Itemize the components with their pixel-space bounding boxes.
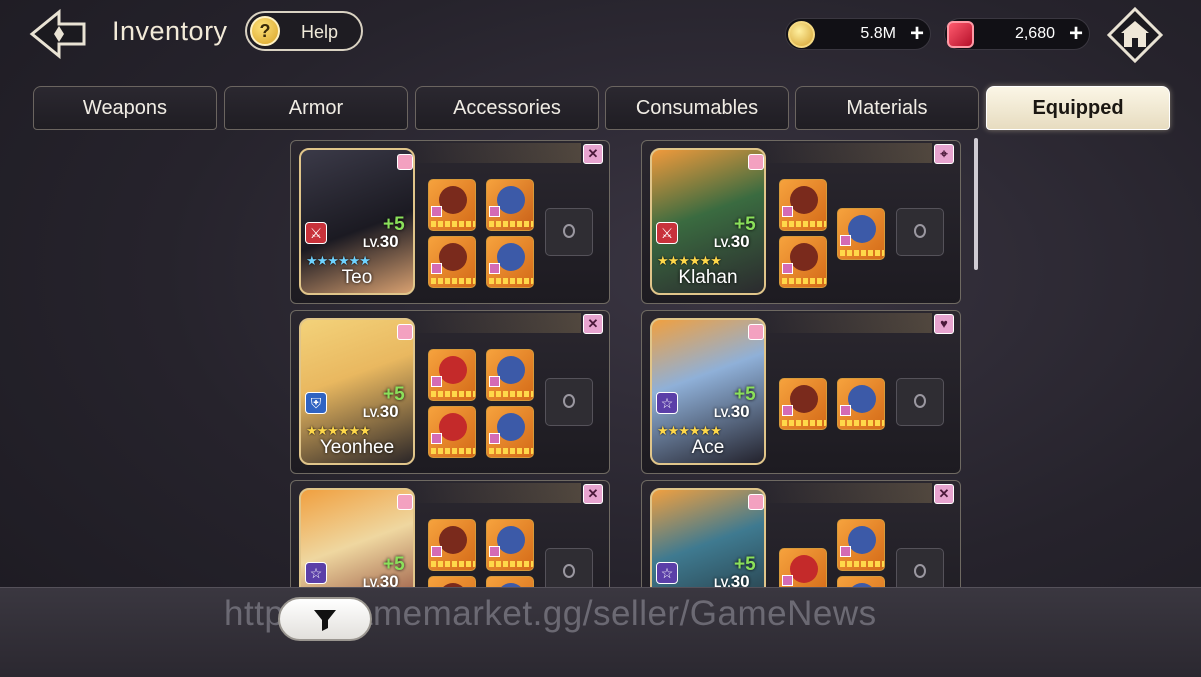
accessory-slot[interactable] bbox=[545, 548, 593, 588]
help-icon: ? bbox=[250, 16, 280, 46]
hero-portrait[interactable]: ⛨ +5 LV.30 ★★★★★★ Yeonhee bbox=[299, 318, 415, 465]
hero-portrait[interactable]: ⚔ +5 LV.30 ★★★★★★ Klahan bbox=[650, 148, 766, 295]
ruby-currency: 2,680 + bbox=[944, 18, 1090, 50]
hero-level: LV.30 bbox=[363, 572, 399, 588]
equipped-weapon[interactable] bbox=[428, 406, 476, 458]
back-button[interactable] bbox=[28, 8, 90, 60]
grid-scrollbar[interactable] bbox=[974, 138, 978, 270]
equipped-weapon[interactable] bbox=[428, 236, 476, 288]
tab-equipped[interactable]: Equipped bbox=[986, 86, 1170, 130]
ring-icon bbox=[914, 224, 926, 238]
accessory-slot[interactable] bbox=[896, 548, 944, 588]
hero-name: Teo bbox=[341, 267, 373, 288]
category-tabs: Weapons Armor Accessories Consumables Ma… bbox=[33, 86, 1173, 132]
hero-name: Klahan bbox=[678, 267, 738, 288]
hero-class-badge bbox=[748, 324, 764, 340]
tab-consumables[interactable]: Consumables bbox=[605, 86, 789, 130]
ruby-gem-icon bbox=[947, 21, 974, 48]
crosshair-type-icon: ⌖ bbox=[934, 144, 954, 164]
hero-stars: ★★★★★★ bbox=[657, 423, 722, 438]
equipped-armor[interactable] bbox=[837, 519, 885, 571]
tab-materials[interactable]: Materials bbox=[795, 86, 979, 130]
ruby-amount: 2,680 bbox=[1014, 25, 1055, 42]
equipped-weapon[interactable] bbox=[779, 179, 827, 231]
hero-class-badge bbox=[397, 324, 413, 340]
page-title: Inventory bbox=[112, 16, 228, 46]
ring-icon bbox=[563, 224, 575, 238]
hero-level: LV.30 bbox=[363, 402, 399, 421]
equipped-armor[interactable] bbox=[837, 208, 885, 260]
hero-level: LV.30 bbox=[714, 232, 750, 251]
hero-stars: ★★★★★★ bbox=[306, 423, 371, 438]
hero-name: Ace bbox=[691, 437, 725, 458]
accessory-slot[interactable] bbox=[545, 378, 593, 426]
hero-card-yeonhee[interactable]: ⛨ +5 LV.30 ★★★★★★ Yeonhee ✕ bbox=[290, 310, 610, 474]
sword-icon: ⚔ bbox=[656, 222, 678, 244]
add-ruby-button[interactable]: + bbox=[1069, 22, 1083, 46]
sword-icon: ⚔ bbox=[305, 222, 327, 244]
hero-class-badge bbox=[748, 494, 764, 510]
equipped-armor[interactable] bbox=[486, 179, 534, 231]
hero-class-badge bbox=[397, 154, 413, 170]
equipped-armor[interactable] bbox=[486, 519, 534, 571]
ring-icon bbox=[563, 564, 575, 578]
hero-card-klahan[interactable]: ⚔ +5 LV.30 ★★★★★★ Klahan ⌖ bbox=[641, 140, 961, 304]
ring-icon bbox=[914, 394, 926, 408]
accessory-slot[interactable] bbox=[896, 378, 944, 426]
sword-type-icon: ✕ bbox=[583, 314, 603, 334]
sword-type-icon: ✕ bbox=[934, 484, 954, 504]
hero-portrait[interactable]: ☆ +5 LV.30 bbox=[650, 488, 766, 588]
help-button[interactable]: ? Help bbox=[245, 11, 363, 51]
hero-stars: ★★★★★★ bbox=[657, 253, 722, 268]
hero-card-ace[interactable]: ☆ +5 LV.30 ★★★★★★ Ace ♥ bbox=[641, 310, 961, 474]
sword-type-icon: ✕ bbox=[583, 144, 603, 164]
hero-level: LV.30 bbox=[714, 402, 750, 421]
accessory-slot[interactable] bbox=[896, 208, 944, 256]
equipped-weapon[interactable] bbox=[428, 179, 476, 231]
equipped-hero-grid: ⚔ +5 LV.30 ★★★★★★ Teo ✕ ⚔ +5 LV.30 ★★★★★… bbox=[290, 138, 980, 588]
equipped-weapon[interactable] bbox=[779, 548, 827, 588]
equipped-weapon[interactable] bbox=[428, 519, 476, 571]
star-icon: ☆ bbox=[656, 392, 678, 414]
help-label: Help bbox=[301, 22, 339, 42]
gold-coin-icon bbox=[788, 21, 815, 48]
ring-icon bbox=[563, 394, 575, 408]
heart-type-icon: ♥ bbox=[934, 314, 954, 334]
star-icon: ☆ bbox=[305, 562, 327, 584]
gold-amount: 5.8M bbox=[860, 25, 896, 42]
filter-button[interactable] bbox=[278, 597, 372, 641]
home-button[interactable] bbox=[1106, 6, 1164, 64]
accessory-slot[interactable] bbox=[545, 208, 593, 256]
star-icon: ☆ bbox=[656, 562, 678, 584]
hero-class-badge bbox=[397, 494, 413, 510]
tab-armor[interactable]: Armor bbox=[224, 86, 408, 130]
hero-card[interactable]: ☆ +5 LV.30 ✕ bbox=[641, 480, 961, 588]
equipped-weapon[interactable] bbox=[779, 378, 827, 430]
hero-card-teo[interactable]: ⚔ +5 LV.30 ★★★★★★ Teo ✕ bbox=[290, 140, 610, 304]
tab-accessories[interactable]: Accessories bbox=[415, 86, 599, 130]
hero-portrait[interactable]: ☆ +5 LV.30 bbox=[299, 488, 415, 588]
equipped-armor[interactable] bbox=[486, 236, 534, 288]
hero-class-badge bbox=[748, 154, 764, 170]
hero-name: Yeonhee bbox=[319, 437, 395, 458]
hero-portrait[interactable]: ☆ +5 LV.30 ★★★★★★ Ace bbox=[650, 318, 766, 465]
hero-card[interactable]: ☆ +5 LV.30 ✕ bbox=[290, 480, 610, 588]
equipped-weapon[interactable] bbox=[779, 236, 827, 288]
add-gold-button[interactable]: + bbox=[910, 22, 924, 46]
top-bar: Inventory ? Help 5.8M + 2,680 + bbox=[0, 0, 1201, 70]
hero-level: LV.30 bbox=[363, 232, 399, 251]
sword-type-icon: ✕ bbox=[583, 484, 603, 504]
equipped-weapon[interactable] bbox=[428, 349, 476, 401]
hero-portrait[interactable]: ⚔ +5 LV.30 ★★★★★★ Teo bbox=[299, 148, 415, 295]
equipped-armor[interactable] bbox=[486, 406, 534, 458]
funnel-icon bbox=[314, 610, 336, 631]
ring-icon bbox=[914, 564, 926, 578]
equipped-armor[interactable] bbox=[486, 349, 534, 401]
hero-level: LV.30 bbox=[714, 572, 750, 588]
shield-icon: ⛨ bbox=[305, 392, 327, 414]
tab-weapons[interactable]: Weapons bbox=[33, 86, 217, 130]
gold-currency: 5.8M + bbox=[785, 18, 931, 50]
hero-stars: ★★★★★★ bbox=[306, 253, 371, 268]
equipped-armor[interactable] bbox=[837, 378, 885, 430]
